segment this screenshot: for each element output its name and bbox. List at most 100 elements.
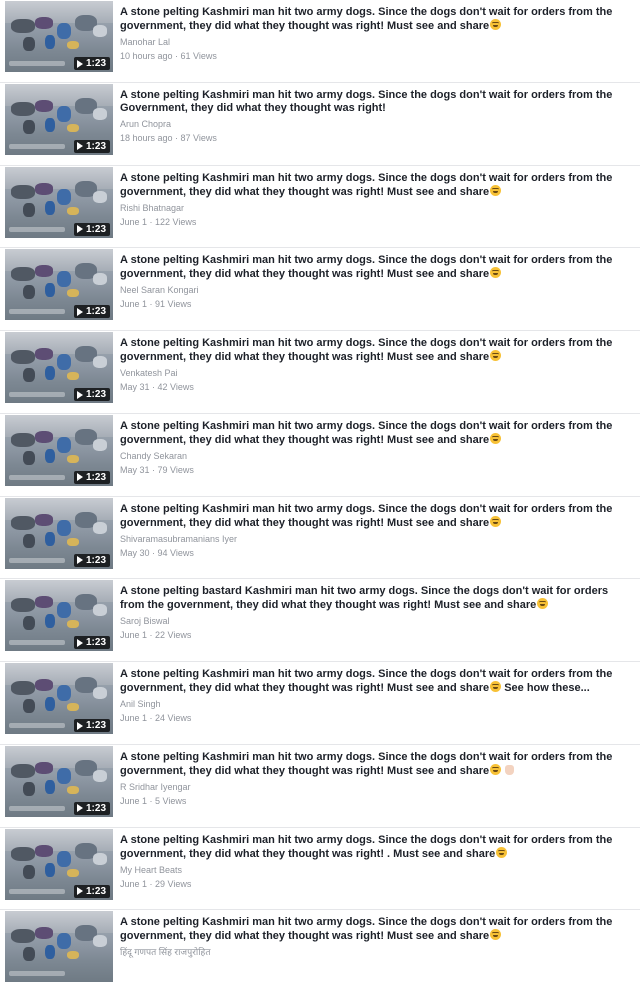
video-result-item[interactable]: A stone pelting Kashmiri man hit two arm… [0,910,640,993]
video-thumbnail[interactable]: 1:23 [5,497,113,569]
video-title[interactable]: A stone pelting Kashmiri man hit two arm… [120,420,634,447]
duration-text: 1:23 [85,720,106,731]
video-result-item[interactable]: 1:23 A stone pelting Kashmiri man hit tw… [0,0,640,83]
video-thumbnail[interactable]: 1:23 [5,166,113,238]
thumbnail-figure [57,933,71,950]
video-thumbnail[interactable]: 1:23 [5,332,113,403]
video-thumbnail[interactable]: 1:23 [5,828,113,900]
video-author[interactable]: R Sridhar Iyengar [120,781,634,793]
video-result-body: A stone pelting Kashmiri man hit two arm… [120,254,634,310]
duration-badge: 1:23 [73,719,110,732]
thumbnail-figure [57,767,71,784]
video-result-item[interactable]: 1:23 A stone pelting Kashmiri man hit tw… [0,662,640,745]
video-thumbnail[interactable]: 1:23 [5,663,113,734]
thumbnail-watermark [9,805,65,811]
video-title[interactable]: A stone pelting Kashmiri man hit two arm… [120,916,634,943]
thumbnail-figure [67,206,79,215]
video-title[interactable]: A stone pelting Kashmiri man hit two arm… [120,6,634,33]
thumbnail-watermark [9,557,65,563]
video-result-item[interactable]: 1:23 A stone pelting Kashmiri man hit tw… [0,497,640,580]
duration-text: 1:23 [85,306,106,318]
video-result-item[interactable]: 1:23 A stone pelting bastard Kashmiri ma… [0,579,640,662]
video-title[interactable]: A stone pelting Kashmiri man hit two arm… [120,172,634,199]
video-thumbnail[interactable]: 1:23 [5,580,113,652]
video-title[interactable]: A stone pelting Kashmiri man hit two arm… [120,668,634,695]
video-result-item[interactable]: 1:23 A stone pelting Kashmiri man hit tw… [0,83,640,166]
grinning-face-emoji-icon [490,432,502,444]
video-author[interactable]: हिंदू गणपत सिंह राजपुरोहित [120,946,634,958]
video-author[interactable]: Chandy Sekaran [120,450,634,462]
duration-badge: 1:23 [73,57,110,70]
thumbnail-figure [45,862,55,877]
video-title[interactable]: A stone pelting Kashmiri man hit two arm… [120,254,634,281]
thumbnail-figure [35,348,53,360]
video-title[interactable]: A stone pelting Kashmiri man hit two arm… [120,89,634,115]
play-icon [76,59,83,68]
play-icon [76,142,83,151]
video-author[interactable]: Neel Saran Kongari [120,284,634,296]
thumbnail-watermark [9,309,65,315]
grinning-face-emoji-icon [490,19,502,30]
video-author[interactable]: My Heart Beats [120,864,634,876]
video-result-item[interactable]: 1:23 A stone pelting Kashmiri man hit tw… [0,745,640,828]
video-title[interactable]: A stone pelting Kashmiri man hit two arm… [120,503,634,530]
video-thumbnail[interactable]: 1:23 [5,745,113,817]
thumbnail-figure [67,785,79,794]
duration-text: 1:23 [85,802,106,814]
grinning-face-emoji-icon [490,515,502,527]
video-result-item[interactable]: 1:23 A stone pelting Kashmiri man hit tw… [0,414,640,497]
video-meta: 10 hours ago · 61 Views [120,51,217,61]
thumbnail-figure [35,761,53,774]
thumbnail-figure [93,438,107,451]
duration-badge: 1:23 [73,801,110,815]
video-title[interactable]: A stone pelting Kashmiri man hit two arm… [120,751,634,778]
grinning-face-emoji-icon [490,929,502,941]
video-author[interactable]: Arun Chopra [120,118,634,130]
thumbnail-figure [11,763,35,778]
video-result-item[interactable]: 1:23 A stone pelting Kashmiri man hit tw… [0,331,640,414]
thumbnail-figure [23,119,35,134]
play-icon [76,390,83,399]
video-meta: May 31 · 79 Views [120,464,194,475]
video-author[interactable]: Rishi Bhatnagar [120,202,634,214]
duration-badge: 1:23 [73,884,110,898]
video-result-body: A stone pelting Kashmiri man hit two arm… [120,916,634,958]
video-title[interactable]: A stone pelting bastard Kashmiri man hit… [120,585,634,612]
thumbnail-figure [11,19,35,33]
grinning-face-emoji-icon [537,598,549,610]
video-meta: June 1 · 5 Views [120,795,187,806]
video-result-item[interactable]: 1:23 A stone pelting Kashmiri man hit tw… [0,166,640,249]
video-thumbnail[interactable]: 1:23 [5,83,113,155]
duration-text: 1:23 [85,554,106,566]
duration-badge: 1:23 [73,553,110,567]
video-thumbnail[interactable] [5,911,113,983]
thumbnail-figure [67,41,79,49]
thumbnail-figure [45,697,55,711]
thumbnail-figure [35,182,53,195]
video-thumbnail[interactable]: 1:23 [5,249,113,321]
video-author[interactable]: Venkatesh Pai [120,367,634,379]
video-meta: May 30 · 94 Views [120,547,194,558]
thumbnail-figure [35,99,53,112]
play-icon [76,721,83,730]
thumbnail-figure [93,687,107,699]
video-author[interactable]: Anil Singh [120,698,634,710]
video-title[interactable]: A stone pelting Kashmiri man hit two arm… [120,834,634,861]
thumbnail-figure [57,519,71,536]
thumbnail-figure [67,372,79,380]
video-author[interactable]: Shivaramasubramanians Iyer [120,533,634,545]
video-thumbnail[interactable]: 1:23 [5,1,113,72]
video-thumbnail[interactable]: 1:23 [5,414,113,486]
thumbnail-watermark [9,61,65,66]
video-author[interactable]: Saroj Biswal [120,615,634,627]
video-result-item[interactable]: 1:23 A stone pelting Kashmiri man hit tw… [0,828,640,911]
thumbnail-figure [23,616,35,631]
video-title-text: A stone pelting Kashmiri man hit two arm… [120,833,613,860]
video-author[interactable]: Manohar Lal [120,36,634,48]
video-result-body: A stone pelting Kashmiri man hit two arm… [120,668,634,724]
video-title-text: A stone pelting Kashmiri man hit two arm… [120,916,613,943]
video-title[interactable]: A stone pelting Kashmiri man hit two arm… [120,337,634,364]
thumbnail-figure [45,35,55,49]
thumbnail-figure [67,703,79,711]
video-result-item[interactable]: 1:23 A stone pelting Kashmiri man hit tw… [0,248,640,331]
